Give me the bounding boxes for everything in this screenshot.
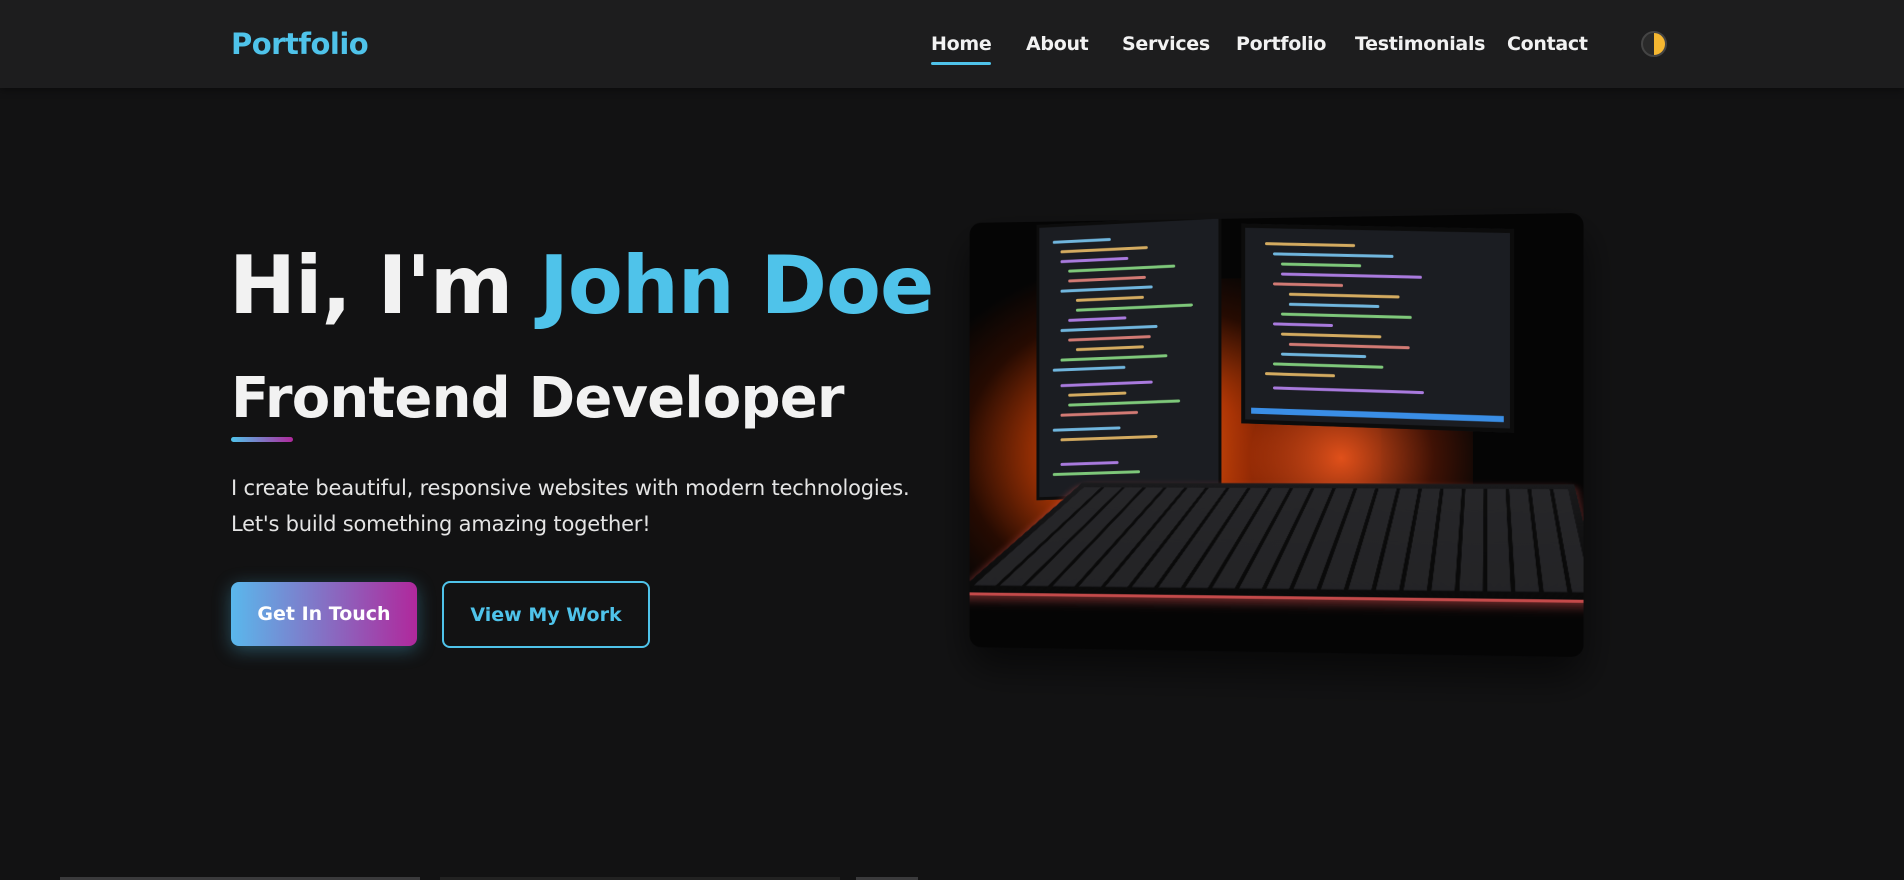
site-logo[interactable]: Portfolio [231,26,369,62]
nav-item-contact[interactable]: Contact [1507,31,1588,57]
view-my-work-button[interactable]: View My Work [442,581,650,648]
hero-role: Frontend Developer [231,366,845,431]
monitor-right [1241,223,1515,433]
hero-title: Hi, I'm John Doe [229,236,934,336]
get-in-touch-button[interactable]: Get In Touch [231,582,417,646]
theme-toggle-icon[interactable] [1641,31,1667,57]
hero-description: I create beautiful, responsive websites … [231,476,910,536]
role-underline [231,437,293,442]
hero-name: John Doe [539,239,934,332]
site-header: Portfolio Home About Services Portfolio … [0,0,1904,88]
nav-item-testimonials[interactable]: Testimonials [1355,31,1485,57]
hero-greeting: Hi, I'm [229,239,540,332]
monitor-left [1036,215,1222,501]
nav-item-portfolio[interactable]: Portfolio [1236,31,1326,57]
laptop-code-image [969,212,1584,658]
nav-item-home[interactable]: Home [931,31,992,65]
keyboard [969,482,1584,603]
nav-item-services[interactable]: Services [1122,31,1210,57]
nav-item-about[interactable]: About [1026,31,1089,57]
editor-status-bar [1251,407,1504,423]
